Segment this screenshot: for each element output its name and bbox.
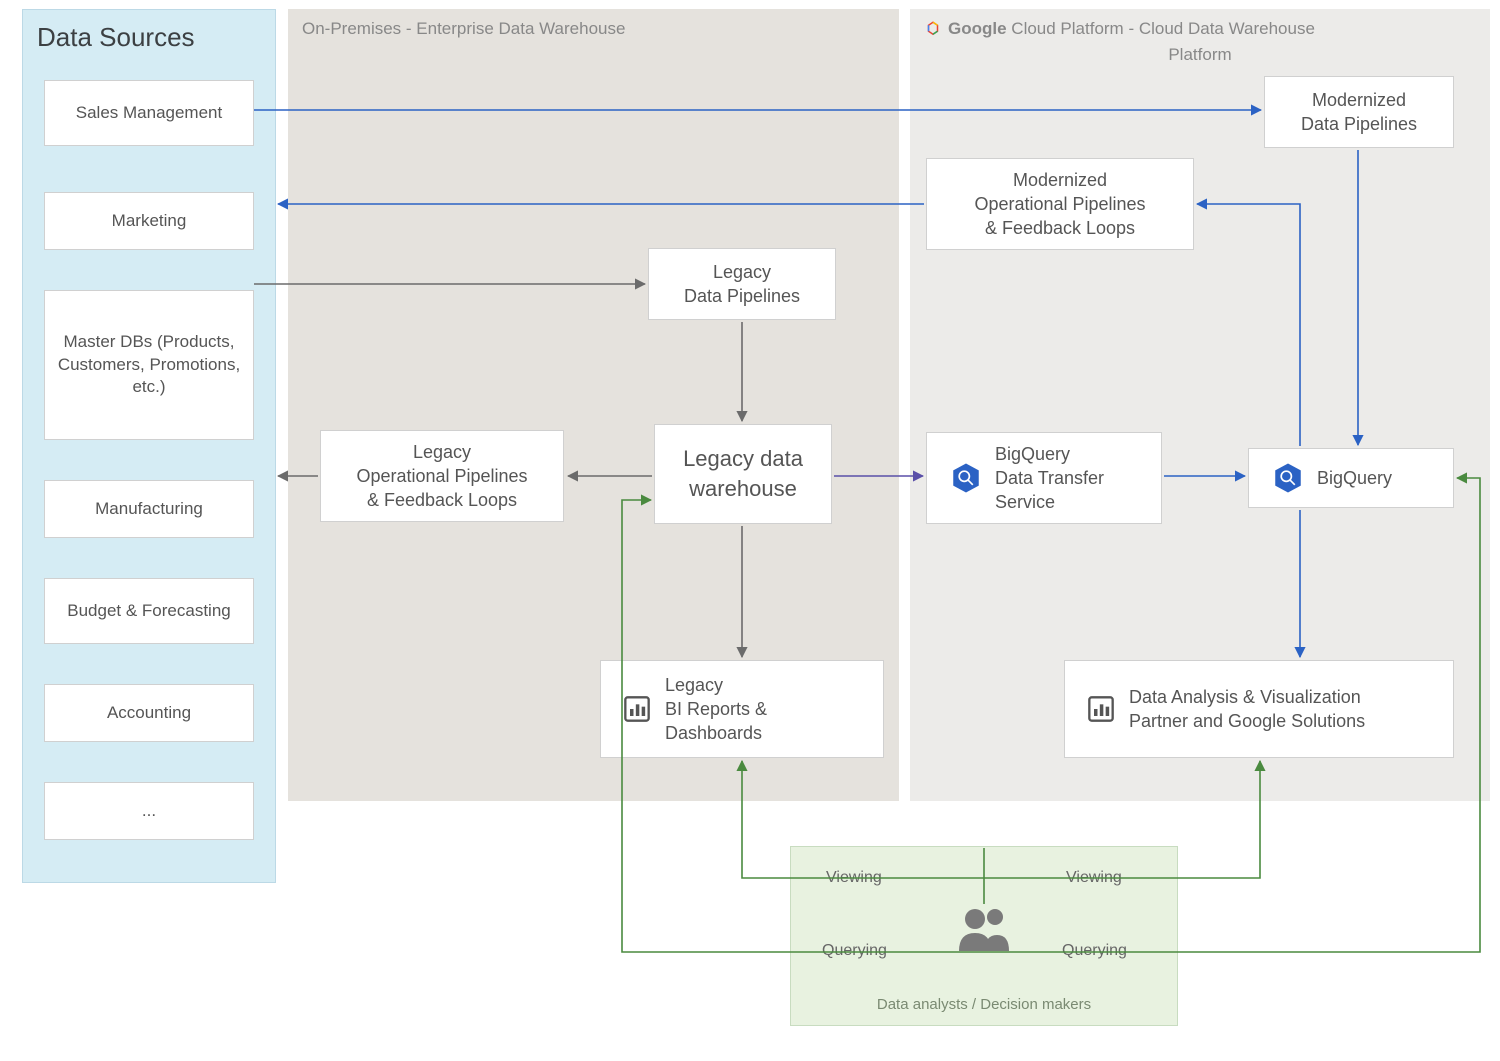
ds-more: ... (44, 782, 254, 840)
ds-master-dbs: Master DBs (Products, Customers, Promoti… (44, 290, 254, 440)
label-querying-left: Querying (822, 942, 887, 960)
users-caption: Data analysts / Decision makers (791, 996, 1177, 1013)
gcp-brand-bold: Google (948, 19, 1007, 38)
node-modern-pipelines: ModernizedData Pipelines (1264, 76, 1454, 148)
ds-accounting: Accounting (44, 684, 254, 742)
zone-data-sources-title: Data Sources (37, 22, 195, 53)
node-dataviz-label: Data Analysis & VisualizationPartner and… (1129, 685, 1365, 734)
zone-on-prem-title: On-Premises - Enterprise Data Warehouse (288, 9, 899, 49)
label-viewing-left: Viewing (826, 869, 882, 887)
node-legacy-ops: LegacyOperational Pipelines& Feedback Lo… (320, 430, 564, 522)
bigquery-icon (949, 461, 983, 495)
node-legacy-bi-label: LegacyBI Reports &Dashboards (665, 673, 767, 746)
node-modern-ops: ModernizedOperational Pipelines& Feedbac… (926, 158, 1194, 250)
node-bq: BigQuery (1248, 448, 1454, 508)
gcp-brand-rest: Cloud Platform (1007, 19, 1124, 38)
gcp-logo-icon (924, 20, 942, 38)
chart-icon (623, 695, 651, 723)
ds-marketing: Marketing (44, 192, 254, 250)
ds-budget: Budget & Forecasting (44, 578, 254, 644)
node-dataviz: Data Analysis & VisualizationPartner and… (1064, 660, 1454, 758)
node-bq-label: BigQuery (1317, 466, 1392, 490)
users-icon (955, 905, 1013, 953)
label-querying-right: Querying (1062, 942, 1127, 960)
bigquery-icon (1271, 461, 1305, 495)
label-viewing-right: Viewing (1066, 869, 1122, 887)
node-bq-dts-label: BigQueryData TransferService (995, 442, 1104, 515)
node-legacy-dw: Legacy datawarehouse (654, 424, 832, 524)
zone-gcp-title: Google Cloud Platform - Cloud Data Wareh… (910, 9, 1490, 49)
gcp-subtitle: - Cloud Data Warehouse (1124, 19, 1315, 38)
diagram-canvas: Data Sources On-Premises - Enterprise Da… (0, 0, 1500, 1061)
ds-sales: Sales Management (44, 80, 254, 146)
chart-icon (1087, 695, 1115, 723)
node-legacy-bi: LegacyBI Reports &Dashboards (600, 660, 884, 758)
zone-gcp-subtitle2: Platform (910, 45, 1490, 65)
node-legacy-pipelines: LegacyData Pipelines (648, 248, 836, 320)
node-bq-dts: BigQueryData TransferService (926, 432, 1162, 524)
ds-manufacturing: Manufacturing (44, 480, 254, 538)
